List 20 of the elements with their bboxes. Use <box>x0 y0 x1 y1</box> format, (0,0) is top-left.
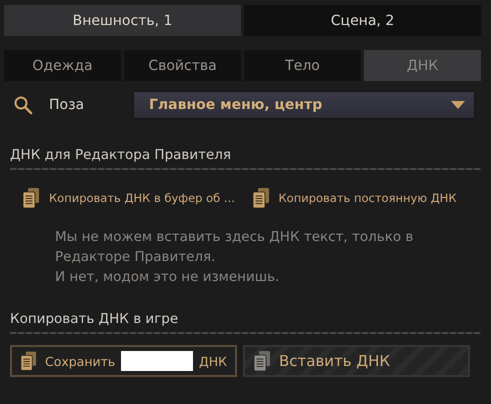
tab[interactable]: Свойства <box>124 50 241 81</box>
copy-link[interactable]: Копировать ДНК в буфер об ... <box>49 191 235 205</box>
section-heading: Копировать ДНК в игре <box>10 311 180 327</box>
caret-icon <box>451 101 465 109</box>
tab[interactable]: Сцена, 2 <box>244 5 481 36</box>
tab[interactable]: Тело <box>244 50 361 81</box>
tab[interactable]: Внешность, 1 <box>4 5 241 36</box>
section-heading: ДНК для Редактора Правителя <box>10 147 232 163</box>
save-button[interactable]: Сохранить ДНК <box>10 345 237 377</box>
field-label: Поза <box>49 97 86 113</box>
tab[interactable]: Одежда <box>4 50 121 81</box>
button-label: ДНК <box>198 354 227 368</box>
copy-link[interactable]: Копировать постоянную ДНК <box>278 191 456 205</box>
documents-icon <box>253 350 271 372</box>
documents-icon <box>22 187 40 209</box>
info-text: Мы не можем вставить здесь ДНК текст, только в Редакторе Правителя. И нет, модом это не изменишь. <box>55 228 414 287</box>
documents-icon <box>252 187 270 209</box>
search-icon[interactable] <box>13 95 33 115</box>
documents-icon <box>20 350 37 372</box>
pose-dropdown[interactable]: Главное меню, центр <box>133 91 475 119</box>
